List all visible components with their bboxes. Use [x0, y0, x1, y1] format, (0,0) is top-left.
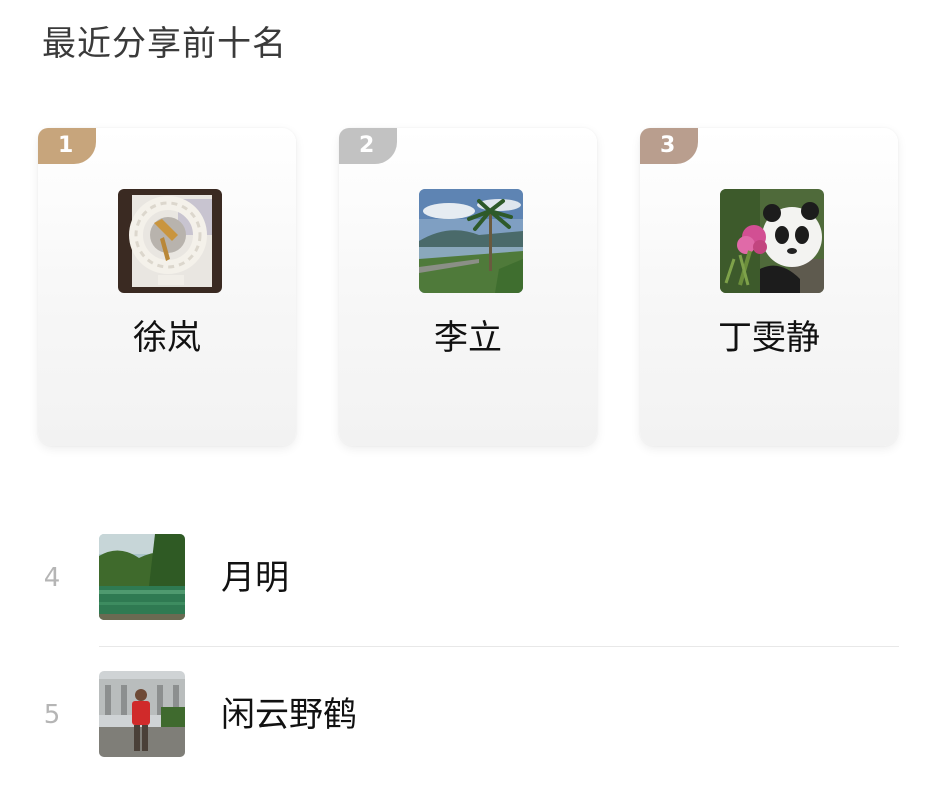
podium-card-1[interactable]: 1 徐岚 [38, 128, 296, 446]
list-name-5: 闲云野鹤 [221, 695, 357, 735]
podium-card-3[interactable]: 3 丁雯静 [640, 128, 898, 446]
rank-badge-2: 2 [339, 128, 397, 164]
podium-card-2[interactable]: 2 李立 [339, 128, 597, 446]
section-title: 最近分享前十名 [42, 24, 287, 64]
avatar-palm-coast [419, 189, 523, 293]
list-rank-5: 5 [43, 700, 61, 730]
list-item-5[interactable]: 5 闲云野鹤 [0, 671, 936, 807]
list-item-4[interactable]: 4 月明 [0, 534, 936, 670]
card-name-2: 李立 [434, 318, 502, 358]
avatar-panda [720, 189, 824, 293]
avatar-wreath [118, 189, 222, 293]
card-name-1: 徐岚 [133, 318, 201, 358]
list-rank-4: 4 [43, 563, 61, 593]
card-name-3: 丁雯静 [718, 318, 820, 358]
avatar-person-red-jacket [99, 671, 185, 757]
list-divider [99, 646, 899, 647]
rank-badge-3: 3 [640, 128, 698, 164]
rank-badge-1: 1 [38, 128, 96, 164]
list-name-4: 月明 [221, 558, 289, 598]
avatar-lake [99, 534, 185, 620]
